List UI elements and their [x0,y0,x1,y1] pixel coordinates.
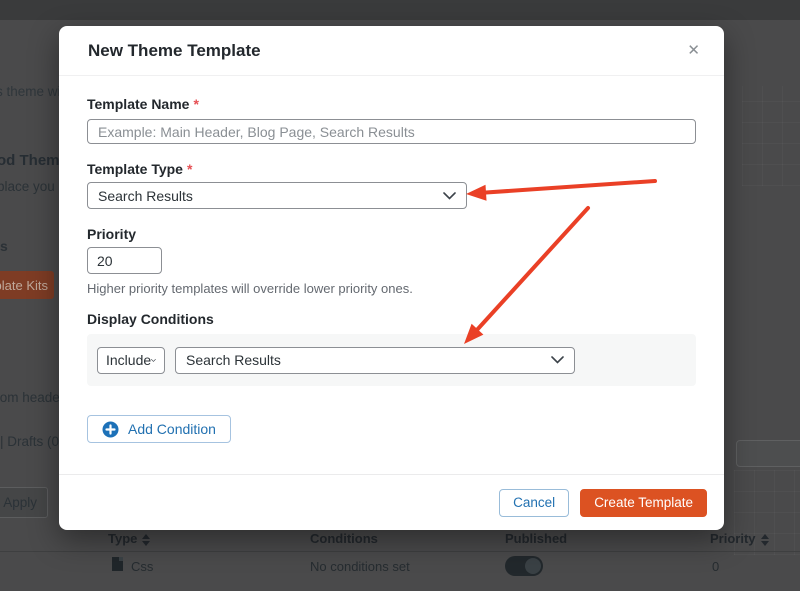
template-name-label: Template Name * [87,96,696,112]
background-grid [742,86,800,186]
selected-value: Search Results [98,187,193,204]
cell-type: Css [131,559,154,574]
selected-value: Include [106,352,152,368]
bg-tagline-text: s theme wi [0,84,61,99]
bg-custom-header-text: tom heade [0,390,60,405]
selected-value: Search Results [186,352,281,368]
bg-tab-label: s [0,238,8,254]
bg-search-box [736,440,800,467]
modal-body: Template Name* Template Type* Search Res… [59,76,724,443]
bg-subheading: place you [0,179,55,194]
modal-title: New Theme Template [88,40,261,60]
label-text: Template Name [87,96,190,112]
template-type-select[interactable]: Search Results [87,182,467,209]
column-header-label: Type [108,531,138,546]
modal-footer: Cancel Create Template [59,474,724,530]
label-text: Template Type [87,161,183,177]
plus-icon [102,421,119,437]
condition-value-select[interactable]: Search Results [175,346,575,374]
column-header-type: Type [108,531,151,546]
add-condition-label: Add Condition [128,421,216,437]
sort-icon [760,533,769,546]
create-template-button[interactable]: Create Template [580,488,707,517]
column-header-priority: Priority [710,531,769,546]
table-divider [0,551,800,552]
required-asterisk: * [193,96,199,112]
drafts-filter-link: | Drafts (0 [0,434,60,449]
display-conditions-label: Display Conditions [87,311,214,327]
cell-priority: 0 [712,559,720,574]
cancel-button[interactable]: Cancel [499,488,570,517]
add-condition-button[interactable]: Add Condition [87,415,231,443]
chevron-down-icon [151,358,156,362]
published-toggle [505,556,543,576]
template-name-input[interactable] [87,119,696,144]
column-header-conditions: Conditions [310,531,378,546]
template-kits-button: plate Kits [0,271,54,299]
new-theme-template-modal: New Theme Template ✕ Template Name* Temp… [59,26,724,530]
priority-help-text: Higher priority templates will override … [87,281,413,296]
column-header-label: Published [505,531,568,546]
required-asterisk: * [186,161,193,177]
apply-button: Apply [0,487,48,518]
priority-label: Priority [87,226,137,242]
column-header-label: Priority [710,531,756,546]
bg-page-heading: od Them [0,152,60,169]
cell-conditions: No conditions set [310,559,410,574]
include-select[interactable]: Include [97,346,165,374]
chevron-down-icon [443,191,456,200]
close-icon[interactable]: ✕ [683,39,704,62]
priority-input[interactable] [87,247,162,274]
column-header-label: Conditions [310,531,378,546]
column-header-published: Published [505,531,567,546]
screen: s theme wi od Them place you s plate Kit… [0,0,800,591]
modal-header: New Theme Template ✕ [59,26,724,76]
toggle-knob [525,558,541,574]
display-conditions-box: Include Search Results [87,334,696,386]
css-file-icon [112,557,123,571]
chevron-down-icon [551,356,564,364]
admin-bar [0,0,800,20]
template-type-label: Template Type * [87,161,696,177]
sort-icon [142,533,151,546]
